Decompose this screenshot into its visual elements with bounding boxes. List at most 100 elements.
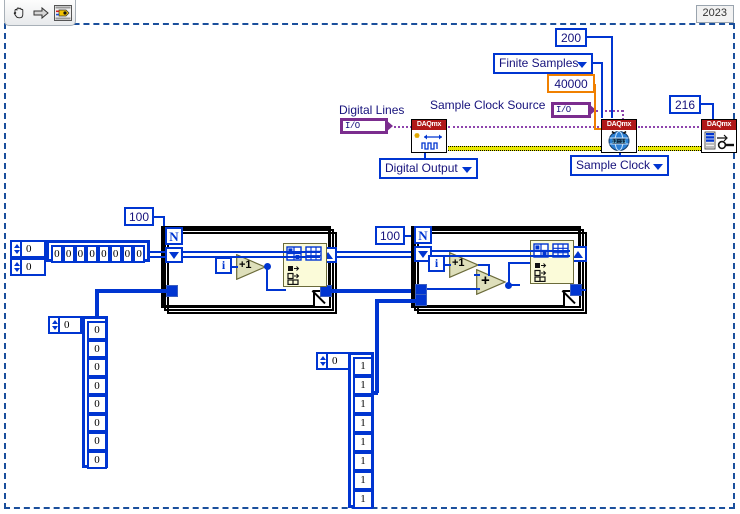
sample-clock-source-io-constant[interactable]: I/O [551, 102, 596, 118]
array2d-index-col-spinner[interactable] [12, 260, 22, 274]
wire-array2d-to-loop-b [148, 256, 166, 258]
array1d-mid-constant[interactable]: 11111111 [348, 352, 374, 509]
array2d-cell[interactable]: 0 [51, 245, 63, 263]
array1d-mid-cell[interactable]: 1 [353, 357, 373, 376]
samples-per-channel-constant[interactable]: 200 [555, 28, 587, 47]
array1d-mid-cell[interactable]: 1 [353, 452, 373, 471]
array1d-mid-cell[interactable]: 1 [353, 433, 373, 452]
array2d-constant[interactable]: 00000000 [46, 240, 150, 263]
wire-rate-v [594, 84, 596, 129]
hand-tool-icon[interactable] [9, 3, 29, 23]
array1d-mid-spinner[interactable] [318, 354, 328, 368]
wire-i-to-incr-left [231, 266, 238, 268]
io-terminal-nub [386, 120, 393, 132]
array2d-index-row-value: 0 [26, 243, 32, 255]
sample-clock-source-label: Sample Clock Source [430, 98, 546, 112]
arrow-right-icon[interactable] [31, 3, 51, 23]
array1d-left-cell[interactable]: 0 [87, 395, 107, 414]
array1d-left-cell[interactable]: 0 [87, 450, 107, 469]
array1d-mid-cell[interactable]: 1 [353, 490, 373, 509]
array2d-cell[interactable]: 0 [98, 245, 110, 263]
wire-incr-out-right-v [488, 264, 490, 276]
left-loop-shift-register-in[interactable] [165, 247, 183, 263]
array1d-left-cell[interactable]: 0 [87, 339, 107, 358]
right-write-node-glyph [533, 243, 569, 283]
digital-lines-io-value: I/O [345, 121, 360, 131]
create-channel-glyph [412, 130, 446, 152]
sample-clock-source-io-value: I/O [556, 105, 571, 115]
array1d-mid-cell[interactable]: 1 [353, 471, 373, 490]
wire-arr-left-h [95, 289, 169, 293]
array1d-left-cell[interactable]: 0 [87, 376, 107, 395]
wire-array2d-to-loop-a [148, 251, 166, 253]
array1d-left-cell[interactable]: 0 [87, 413, 107, 432]
right-loop-count-constant[interactable]: 100 [375, 226, 405, 245]
left-increment-label: +1 [239, 259, 252, 271]
wire-tunnel-to-add [427, 288, 480, 290]
labview-version-tab: 2023 [695, 5, 734, 23]
wire-i-to-incr-right [444, 264, 451, 266]
chevron-down-icon [577, 61, 587, 68]
wire-samples-h [586, 36, 613, 38]
array2d-cell[interactable]: 0 [109, 245, 122, 263]
daqmx-write-title: DAQmx [702, 120, 736, 130]
write-numeric-constant[interactable]: 216 [669, 95, 701, 114]
right-increment-label: +1 [452, 257, 465, 269]
daqmx-create-channel-node[interactable]: DAQmx [411, 119, 447, 153]
right-daqmx-write-node[interactable] [530, 240, 574, 284]
digital-lines-io-constant[interactable]: I/O [340, 118, 393, 134]
array2d-cell[interactable]: 0 [86, 245, 98, 263]
right-loop-count-terminal[interactable]: N [414, 226, 432, 244]
array1d-left-index-value: 0 [64, 319, 70, 331]
array2d-cell[interactable]: 0 [121, 245, 134, 263]
left-loop-count-terminal[interactable]: N [165, 227, 183, 245]
timing-clock-glyph: 12:11 [602, 130, 636, 152]
array1d-left-index[interactable]: 0 [48, 316, 82, 334]
chevron-down-icon-2 [462, 166, 472, 173]
daqmx-node-title: DAQmx [412, 120, 446, 130]
digital-output-ring[interactable]: Digital Output [379, 158, 478, 179]
array2d-index-col[interactable]: 0 [10, 258, 46, 276]
digital-lines-label: Digital Lines [339, 103, 405, 117]
wire-error-create-timing [448, 146, 603, 151]
right-add-node[interactable]: + [476, 269, 506, 295]
array1d-left-cell[interactable]: 0 [87, 358, 107, 377]
wire-digital-lines-to-create [394, 126, 412, 128]
left-daqmx-write-node[interactable] [283, 243, 327, 287]
daqmx-timing-node[interactable]: DAQmx 12:11 [601, 119, 637, 153]
array1d-left-spinner[interactable] [50, 318, 60, 332]
array2d-cell[interactable]: 0 [62, 245, 75, 263]
wire-left-sr-in-bridge1 [183, 251, 320, 253]
wire-left-sr-in-bridge2 [183, 256, 320, 258]
right-loop-iteration-terminal[interactable]: i [428, 255, 445, 272]
array1d-mid-index[interactable]: 0 [316, 352, 350, 370]
wire-left-tunnel-out-h [326, 289, 419, 293]
left-loop-iteration-terminal[interactable]: i [215, 257, 232, 274]
wire-arr-mid-h [375, 299, 419, 303]
left-loop-count-constant[interactable]: 100 [124, 207, 154, 226]
array2d-cell[interactable]: 0 [133, 245, 145, 263]
array1d-mid-cell[interactable]: 1 [353, 376, 373, 395]
array1d-left-cell[interactable]: 0 [87, 321, 107, 340]
daqmx-write-node[interactable]: DAQmx [701, 119, 737, 153]
vi-icon[interactable] [53, 3, 73, 23]
block-diagram-canvas: 2023 Digital Lines Sample Clock Source I… [0, 0, 740, 514]
sample-mode-value: Finite Samples [499, 56, 579, 70]
array2d-index-row-spinner[interactable] [12, 242, 22, 256]
array1d-left-cell[interactable]: 0 [87, 432, 107, 451]
array2d-cell[interactable]: 0 [74, 245, 87, 263]
array1d-mid-cell[interactable]: 1 [353, 414, 373, 433]
wire-incr-down-left [266, 266, 268, 291]
svg-text:12:11: 12:11 [611, 139, 626, 145]
digital-output-value: Digital Output [385, 161, 458, 175]
sample-clock-ring[interactable]: Sample Clock [570, 155, 669, 176]
rate-constant[interactable]: 40000 [547, 74, 595, 93]
array1d-left-constant[interactable]: 00000000 [82, 316, 108, 469]
daqmx-timing-title: DAQmx [602, 120, 636, 130]
array1d-mid-cell[interactable]: 1 [353, 395, 373, 414]
sample-mode-ring[interactable]: Finite Samples [493, 53, 593, 74]
wire-incr-to-write-left [266, 289, 286, 291]
array2d-index-row[interactable]: 0 [10, 240, 46, 258]
wire-error-timing-write [638, 146, 703, 151]
wire-left-sr-out-h1 [337, 251, 415, 253]
